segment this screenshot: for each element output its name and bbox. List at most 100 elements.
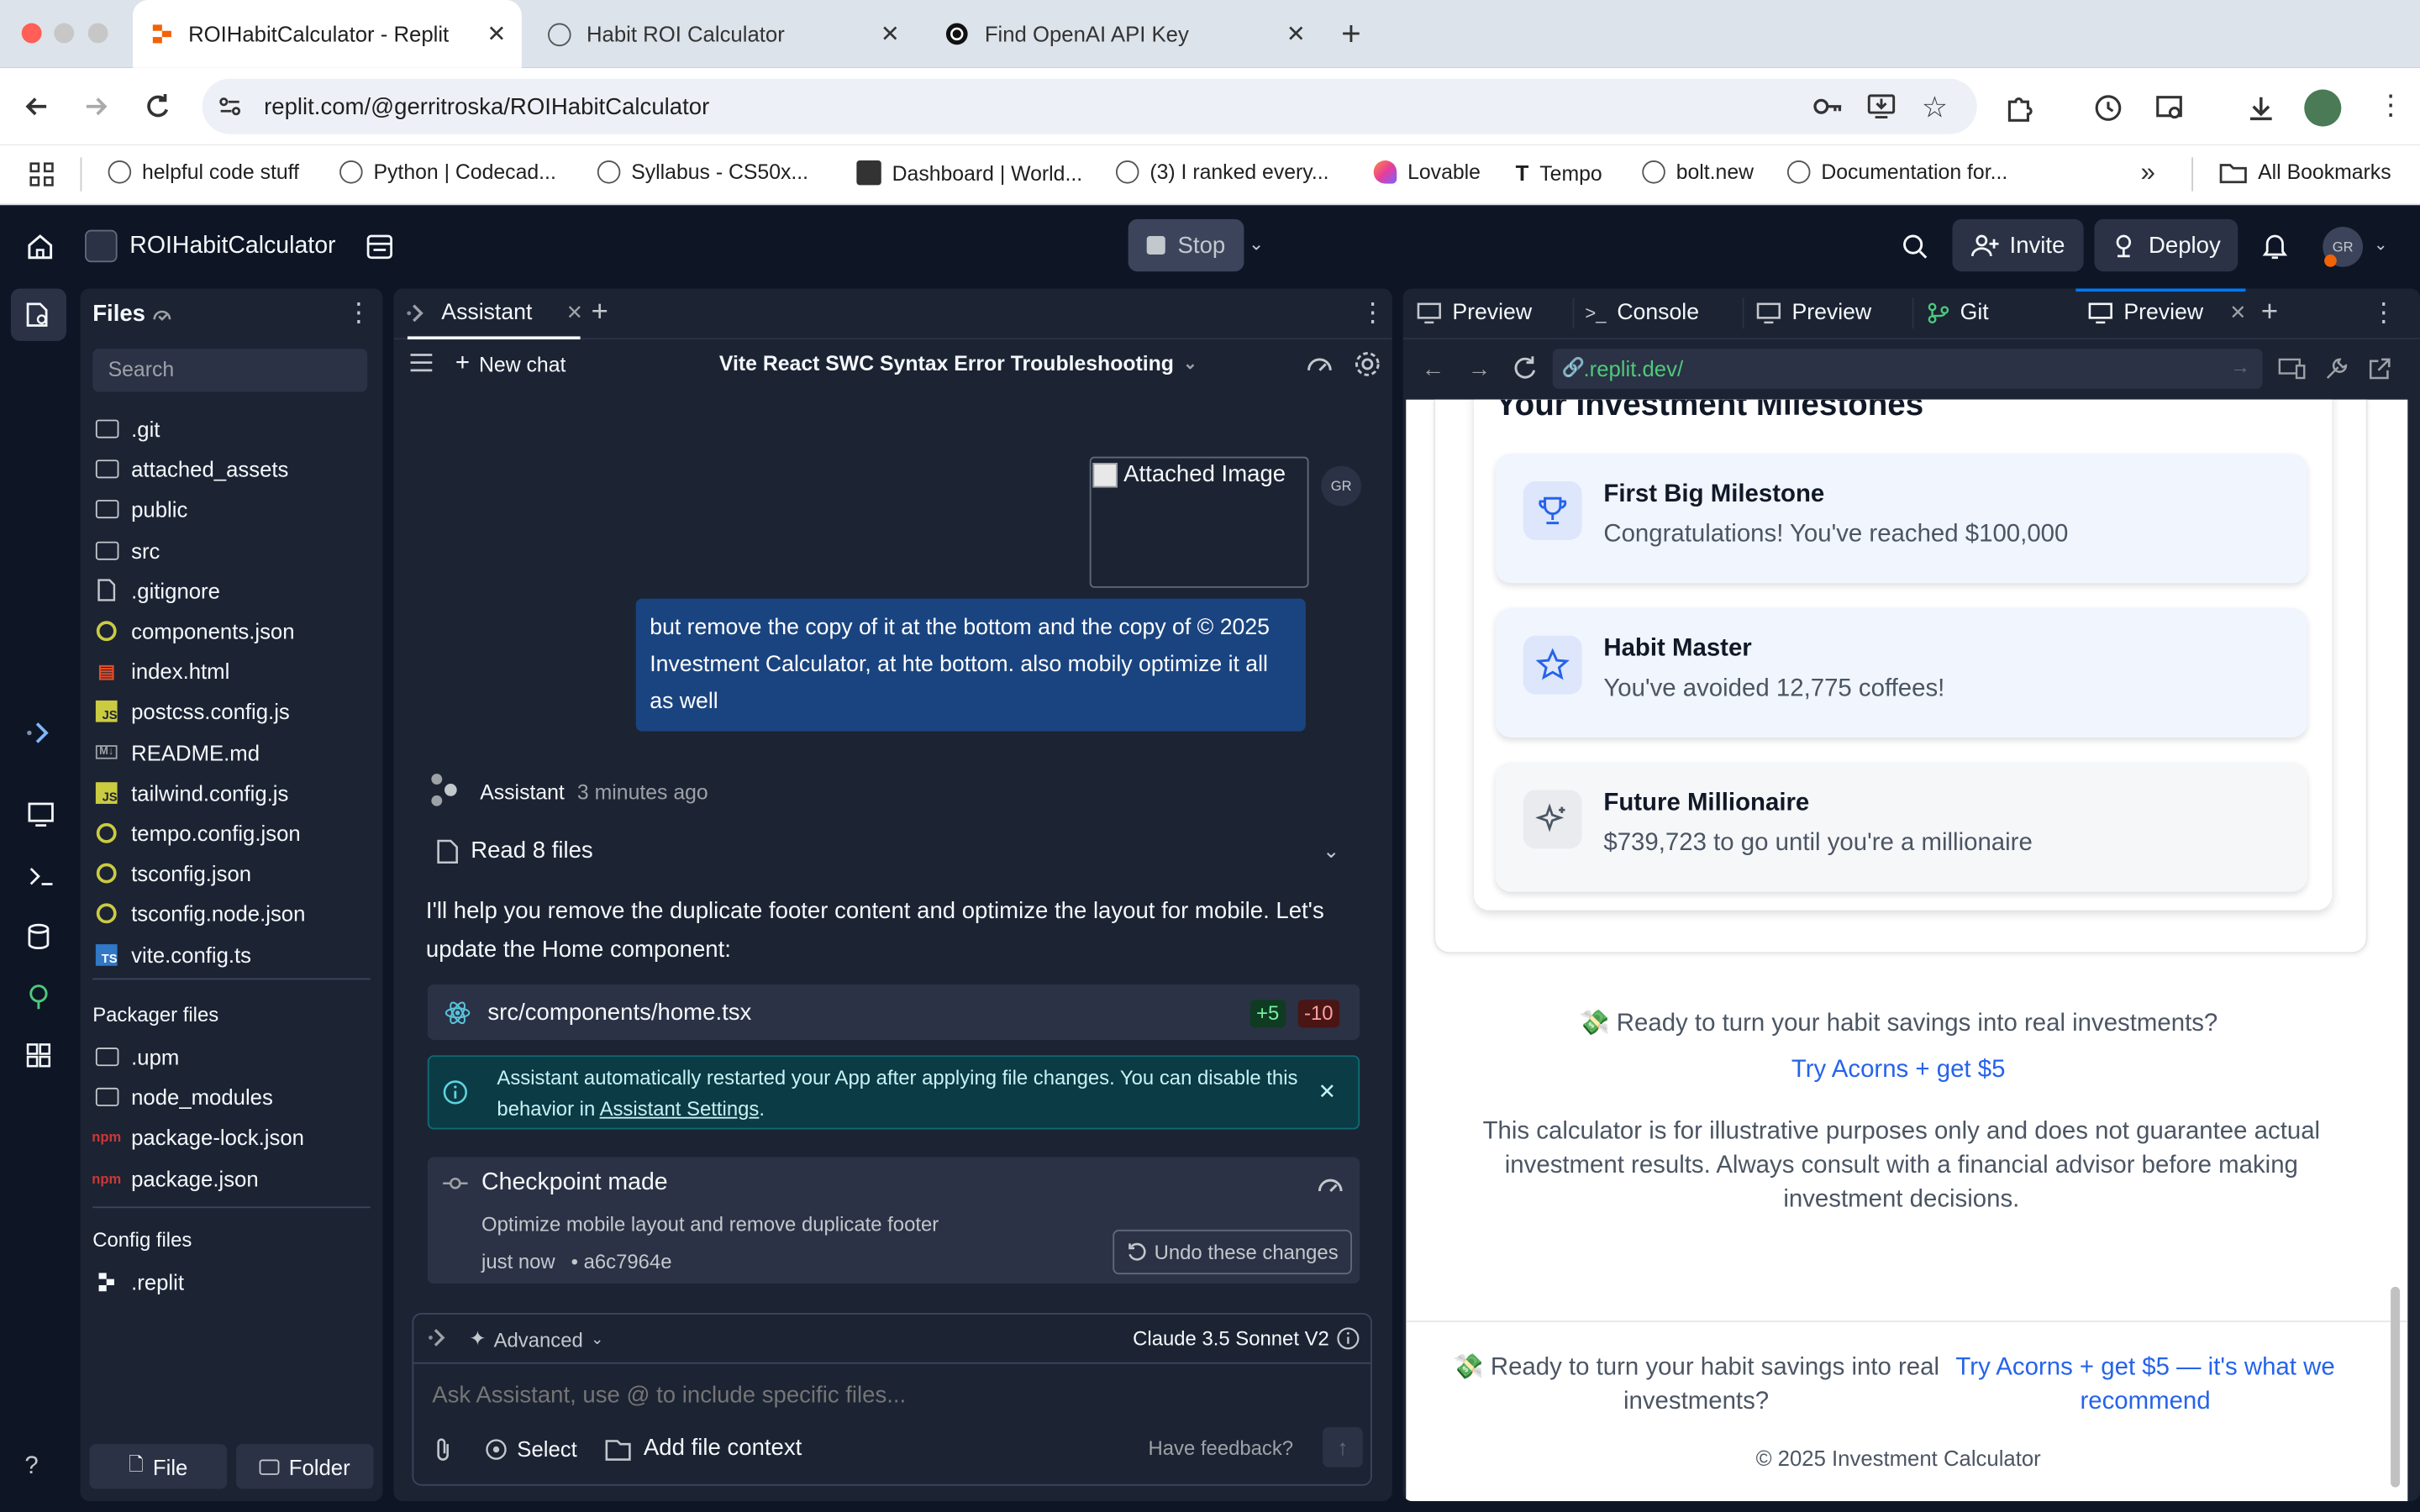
stop-button[interactable]: Stop [1128,218,1244,272]
all-tools-icon[interactable] [24,1042,52,1069]
bookmark-syllabus[interactable]: Syllabus - CS50x... [597,160,808,184]
model-selector[interactable]: Claude 3.5 Sonnet V2 [1133,1327,1329,1351]
bookmark-tempo[interactable]: T Tempo [1516,160,1602,185]
send-arrow-icon[interactable]: ↑ [1323,1426,1363,1467]
preview-forward-icon[interactable]: → [1468,356,1491,382]
assistant-settings-link[interactable]: Assistant Settings [600,1097,760,1121]
file-row[interactable]: tempo.config.json [94,813,301,853]
select-element-button[interactable]: Select [485,1436,577,1461]
file-row-replit[interactable]: .replit [94,1262,184,1302]
read-files-summary[interactable]: Read 8 files [437,837,593,864]
tab-preview-active[interactable]: Preview ✕ [2088,288,2246,338]
file-row[interactable]: .gitignore [94,570,220,611]
dismiss-close-icon[interactable]: ✕ [1318,1079,1337,1105]
checkpoint-gauge-icon[interactable] [1317,1173,1344,1197]
close-window-button[interactable] [21,23,42,44]
run-options-chevron-down-icon[interactable]: ⌄ [1249,233,1264,255]
undo-changes-button[interactable]: Undo these changes [1113,1229,1352,1275]
scrollbar-thumb[interactable] [2391,1286,2401,1488]
close-tab-icon[interactable]: ✕ [487,20,506,48]
profile-avatar[interactable] [2304,89,2342,127]
file-row[interactable]: src [94,530,160,570]
more-bookmarks-icon[interactable]: » [2141,157,2155,188]
file-row[interactable]: node_modules [94,1077,273,1117]
account-chevron-down-icon[interactable]: ⌄ [2374,234,2388,255]
file-row[interactable]: ▤ index.html [94,651,229,691]
tab-git[interactable]: Git [1928,288,1989,338]
pane-menu-icon[interactable]: ⋮ [2370,297,2396,328]
install-app-icon[interactable] [1867,92,1896,120]
bookmark-python[interactable]: Python | Codecad... [339,160,556,184]
bookmark-documentation[interactable]: Documentation for... [1786,160,2007,184]
preview-reload-icon[interactable] [1512,354,1539,381]
files-search-input[interactable]: Search [92,349,368,392]
browser-tab-habit-roi[interactable]: Habit ROI Calculator ✕ [529,0,915,68]
apps-grid-icon[interactable] [29,162,54,186]
files-menu-icon[interactable]: ⋮ [345,297,371,328]
all-bookmarks-button[interactable]: All Bookmarks [2219,160,2391,184]
close-tab-icon[interactable]: ✕ [2229,301,2246,325]
attached-image[interactable]: Attached Image [1089,456,1309,588]
tab-preview-2[interactable]: Preview [1756,288,1871,338]
file-row[interactable]: attached_assets [94,449,288,490]
minimize-window-button[interactable] [54,23,75,44]
changed-file-chip[interactable]: src/components/home.tsx +5 -10 [427,984,1360,1040]
history-icon[interactable] [2093,92,2124,123]
open-new-window-icon[interactable] [2368,356,2392,381]
tab-assistant[interactable]: Assistant ✕ [406,288,583,338]
browser-tab-openai[interactable]: Find OpenAI API Key ✕ [926,0,1321,68]
assistant-tool-icon[interactable] [24,719,52,747]
file-row[interactable]: tsconfig.node.json [94,894,305,934]
file-row[interactable]: TS vite.config.ts [94,934,251,974]
extensions-icon[interactable] [2005,92,2036,123]
file-row[interactable]: npm package.json [92,1158,258,1199]
help-icon[interactable]: ? [24,1453,38,1481]
browser-tab-replit[interactable]: ROIHabitCalculator - Replit ✕ [132,0,522,68]
expand-chevron-down-icon[interactable]: ⌄ [1323,839,1339,864]
webview-tool-icon[interactable] [24,801,55,828]
model-info-icon[interactable] [1337,1327,1360,1351]
chat-title-dropdown[interactable]: Vite React SWC Syntax Error Troubleshoot… [719,352,1197,375]
bookmark-ranked[interactable]: (3) I ranked every... [1115,160,1329,184]
address-bar[interactable]: replit.com/@gerritroska/ROIHabitCalculat… [202,78,1977,134]
new-file-button[interactable]: 🗋 File [89,1444,227,1489]
acorns-link[interactable]: Try Acorns + get $5 [1406,1057,2391,1084]
file-row[interactable]: .git [94,409,160,449]
new-chat-button[interactable]: + New chat [455,350,566,378]
bookmark-helpful-code[interactable]: helpful code stuff [108,160,299,184]
attach-paperclip-icon[interactable] [432,1436,454,1462]
console-tool-icon[interactable] [24,863,55,890]
pane-menu-icon[interactable]: ⋮ [1360,297,1386,328]
close-tab-icon[interactable]: ✕ [566,301,583,325]
new-folder-button[interactable]: Folder [236,1444,374,1489]
close-tab-icon[interactable]: ✕ [1286,20,1306,48]
search-icon[interactable] [1902,233,1929,260]
bookmark-lovable[interactable]: Lovable [1373,160,1481,184]
file-row[interactable]: npm package-lock.json [92,1118,304,1158]
forward-icon[interactable] [81,91,112,122]
downloads-icon[interactable] [2245,92,2276,123]
assistant-prompt-input[interactable] [429,1376,1346,1414]
preview-back-icon[interactable]: ← [1422,356,1445,382]
deploy-button[interactable]: Deploy [2094,218,2238,272]
add-tab-icon[interactable]: + [591,297,608,330]
new-tab-button[interactable]: + [1341,14,1361,55]
file-row[interactable]: components.json [94,611,295,651]
database-tool-icon[interactable] [24,922,52,950]
files-tool-button[interactable] [10,288,66,341]
preview-url-bar[interactable]: 🔗 .replit.dev/ → [1552,349,2263,389]
notifications-bell-icon[interactable] [2261,232,2289,261]
footer-acorns-link[interactable]: Try Acorns + get $5 — it's what we recom… [1946,1352,2344,1420]
file-row[interactable]: .upm [94,1037,179,1077]
go-arrow-icon[interactable]: → [2230,354,2250,378]
back-icon[interactable] [22,91,53,122]
add-tab-icon[interactable]: + [2261,297,2278,330]
bookmark-star-icon[interactable]: ☆ [1922,91,1948,126]
file-row[interactable]: JS tailwind.config.js [94,773,288,813]
feedback-link[interactable]: Have feedback? [1149,1436,1294,1460]
tab-console[interactable]: >_ Console [1585,288,1699,338]
maximize-window-button[interactable] [87,23,108,44]
bookmark-bolt[interactable]: bolt.new [1642,160,1754,184]
file-row[interactable]: JS postcss.config.js [94,692,290,732]
key-icon[interactable] [1812,94,1843,118]
